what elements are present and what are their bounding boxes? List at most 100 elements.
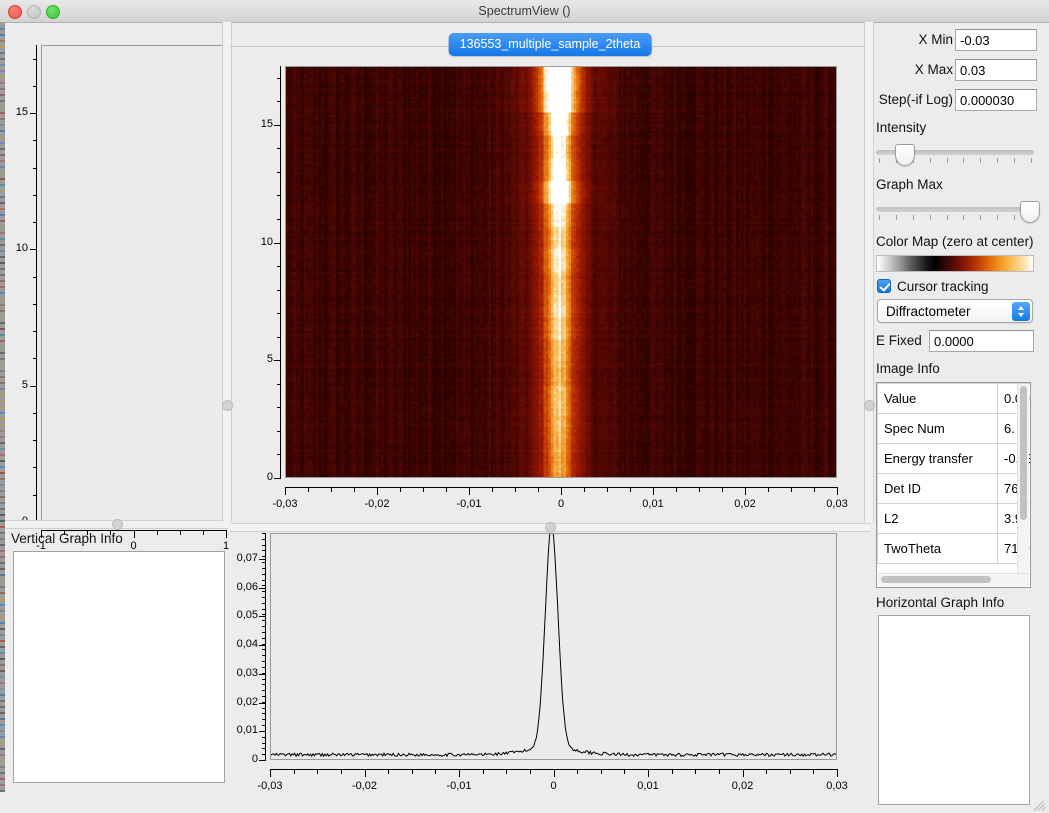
image-info-row[interactable]: TwoTheta71.90 <box>878 534 1032 564</box>
color-map-gradient[interactable] <box>876 255 1034 272</box>
horizontal-graph-xtick <box>813 769 814 774</box>
tab-136553-multiple-sample-2theta[interactable]: 136553_multiple_sample_2theta <box>449 33 652 56</box>
vertical-graph-ytick <box>33 277 37 278</box>
horizontal-graph-ytick <box>259 616 266 617</box>
vertical-graph-ytick <box>33 495 37 496</box>
image-info-row[interactable]: Det ID769 <box>878 474 1032 504</box>
vertical-splitter-grip[interactable] <box>112 519 123 530</box>
horizontal-graph-xtick-label: -0,01 <box>435 780 483 792</box>
horizontal-graph-xtick <box>672 769 673 774</box>
horizontal-graph-ytick-label: 0,03 <box>225 667 258 679</box>
graph-max-slider-track[interactable] <box>876 207 1034 212</box>
image-info-vscrollbar[interactable] <box>1017 384 1029 574</box>
vertical-graph-xtick <box>203 530 204 535</box>
heatmap-ytick <box>277 148 281 149</box>
heatmap-xtick-label: 0,03 <box>813 498 861 510</box>
horizontal-graph-xtick-label: -0,03 <box>246 780 294 792</box>
vertical-graph-ytick <box>33 413 37 414</box>
horizontal-graph-ytick-minor <box>262 603 266 604</box>
horizontal-graph-ytick <box>259 760 266 761</box>
heatmap-xtick <box>653 487 654 495</box>
x-min-input[interactable] <box>955 29 1037 51</box>
vertical-graph-ytick <box>30 113 37 114</box>
horizontal-graph-ytick-label: 0,02 <box>225 696 258 708</box>
step-input[interactable] <box>955 89 1037 111</box>
horizontal-graph-ytick-minor <box>262 737 266 738</box>
horizontal-graph-ytick <box>259 703 266 704</box>
heatmap-plot[interactable] <box>285 66 837 478</box>
window-resize-grip[interactable] <box>1034 798 1047 811</box>
heatmap-xtick <box>607 487 608 492</box>
horizontal-graph-ytick-label: 0,06 <box>225 581 258 593</box>
window-title: SpectrumView () <box>0 0 1049 22</box>
image-info-key: TwoTheta <box>878 534 998 564</box>
vertical-graph-ytick <box>30 249 37 250</box>
image-info-grid: Value0.000Spec Num6.Energy transfer-0.03… <box>877 383 1031 564</box>
graph-max-slider-ticks <box>876 215 1034 222</box>
horizontal-graph-ytick-label: 0,05 <box>225 609 258 621</box>
horizontal-graph-ytick-minor <box>262 719 266 720</box>
horizontal-graph-ytick-minor <box>262 580 266 581</box>
horizontal-graph-xtick <box>743 769 744 777</box>
e-fixed-input[interactable] <box>929 330 1034 352</box>
horizontal-graph-xtick <box>648 769 649 777</box>
instrument-select[interactable]: Diffractometer <box>877 299 1033 323</box>
instrument-select-value: Diffractometer <box>886 300 971 323</box>
image-info-row[interactable]: Spec Num6. <box>878 414 1032 444</box>
cursor-tracking-row[interactable]: Cursor tracking <box>877 278 1037 296</box>
horizontal-graph-xtick-label: -0,02 <box>341 780 389 792</box>
horizontal-graph-ytick-minor <box>262 632 266 633</box>
x-max-input[interactable] <box>955 59 1037 81</box>
heatmap-xtick <box>492 487 493 492</box>
image-info-table[interactable]: Value0.000Spec Num6.Energy transfer-0.03… <box>876 382 1031 588</box>
vertical-graph-ytick <box>33 358 37 359</box>
vertical-graph-plot[interactable] <box>41 45 226 522</box>
graph-max-slider[interactable] <box>876 201 1034 225</box>
vertical-graph-ytick-label: 15 <box>16 106 28 118</box>
horizontal-graph-ytick-minor <box>262 667 266 668</box>
horizontal-graph-ytick-minor <box>262 638 266 639</box>
horizontal-graph-xtick <box>412 769 413 774</box>
horizontal-graph-plot[interactable] <box>270 533 837 760</box>
horizontal-graph-ytick-minor <box>262 696 266 697</box>
heatmap-canvas[interactable] <box>286 67 836 477</box>
image-info-row[interactable]: Energy transfer-0.030 <box>878 444 1032 474</box>
cursor-tracking-checkbox[interactable] <box>877 279 891 293</box>
vertical-graph-ytick <box>33 168 37 169</box>
horizontal-graph-xtick <box>294 769 295 774</box>
horizontal-graph-ytick-minor <box>262 562 266 563</box>
heatmap-ytick <box>277 407 281 408</box>
horizontal-graph-ytick-label: 0 <box>225 753 258 765</box>
horizontal-graph-info-label: Horizontal Graph Info <box>876 595 1004 610</box>
heatmap-xtick <box>285 487 286 495</box>
horizontal-graph-xtick <box>270 769 271 777</box>
vertical-graph-xtick <box>134 530 135 538</box>
graph-max-slider-knob[interactable] <box>1020 201 1040 223</box>
image-info-row[interactable]: Value0.000 <box>878 384 1032 414</box>
horizontal-graph-ytick-minor <box>262 690 266 691</box>
intensity-slider[interactable] <box>876 144 1034 168</box>
heatmap-image[interactable] <box>286 67 836 477</box>
color-map-label: Color Map (zero at center) <box>876 234 1034 249</box>
vertical-graph-info-box[interactable] <box>13 551 225 783</box>
heatmap-ytick <box>277 101 281 102</box>
heatmap-xtick-label: -0,03 <box>261 498 309 510</box>
vertical-graph-info-label: Vertical Graph Info <box>11 531 123 546</box>
chevron-updown-icon[interactable] <box>1012 302 1030 321</box>
horizontal-graph-xtick <box>719 769 720 774</box>
horizontal-graph-ytick-minor <box>262 545 266 546</box>
image-info-row[interactable]: L23.9360 <box>878 504 1032 534</box>
vertical-splitter[interactable] <box>5 520 228 529</box>
horizontal-graph-ytick-label: 0,04 <box>225 638 258 650</box>
vertical-graph-ytick-label: 10 <box>16 242 28 254</box>
heatmap-ytick <box>277 195 281 196</box>
horizontal-graph-xtick <box>766 769 767 774</box>
graph-max-label: Graph Max <box>876 177 943 192</box>
heatmap-ytick-label: 5 <box>245 353 273 365</box>
horizontal-graph-ytick-minor <box>262 568 266 569</box>
image-info-hscrollbar[interactable] <box>878 573 1029 586</box>
heatmap-ytick <box>277 219 281 220</box>
horizontal-graph-ytick-minor <box>262 597 266 598</box>
horizontal-graph-info-box[interactable] <box>878 615 1030 805</box>
horizontal-graph-ytick-minor <box>262 743 266 744</box>
